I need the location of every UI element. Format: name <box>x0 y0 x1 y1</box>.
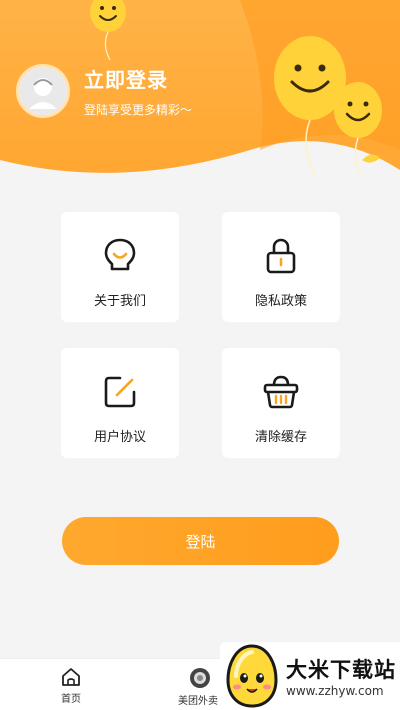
tab-home[interactable]: 首页 <box>60 667 82 705</box>
about-us-label: 关于我们 <box>93 294 146 309</box>
avatar[interactable] <box>16 64 70 118</box>
user-agreement-label: 用户协议 <box>93 430 146 445</box>
header-banner: 立即登录 登陆享受更多精彩～ <box>0 0 400 182</box>
tab-meituan[interactable]: 美团外卖 <box>178 667 218 707</box>
privacy-policy-label: 隐私政策 <box>254 294 307 309</box>
home-icon <box>62 668 80 686</box>
tab-home-label: 首页 <box>61 694 81 705</box>
lock-icon <box>261 236 301 276</box>
login-subtitle: 登陆享受更多精彩～ <box>84 103 193 117</box>
clear-cache-card[interactable]: 清除缓存 <box>222 348 340 458</box>
clear-cache-label: 清除缓存 <box>254 430 307 445</box>
watermark-url: www.zzhyw.com <box>286 684 384 698</box>
edit-icon <box>100 372 140 412</box>
about-us-card[interactable]: 关于我们 <box>61 212 179 322</box>
tab-meituan-label: 美团外卖 <box>178 696 218 707</box>
privacy-policy-card[interactable]: 隐私政策 <box>222 212 340 322</box>
mascot-icon <box>190 668 210 688</box>
user-avatar-icon <box>19 67 67 115</box>
login-title[interactable]: 立即登录 <box>84 64 192 93</box>
watermark-title: 大米下载站 <box>286 658 396 682</box>
bulb-icon <box>100 236 140 276</box>
basket-icon <box>261 372 301 412</box>
site-watermark: 大米下载站 www.zzhyw.com <box>220 642 400 710</box>
rice-mascot-logo <box>226 644 278 708</box>
user-agreement-card[interactable]: 用户协议 <box>61 348 179 458</box>
profile-section[interactable]: 立即登录 登陆享受更多精彩～ <box>16 64 192 118</box>
login-button[interactable]: 登陆 <box>62 517 339 565</box>
